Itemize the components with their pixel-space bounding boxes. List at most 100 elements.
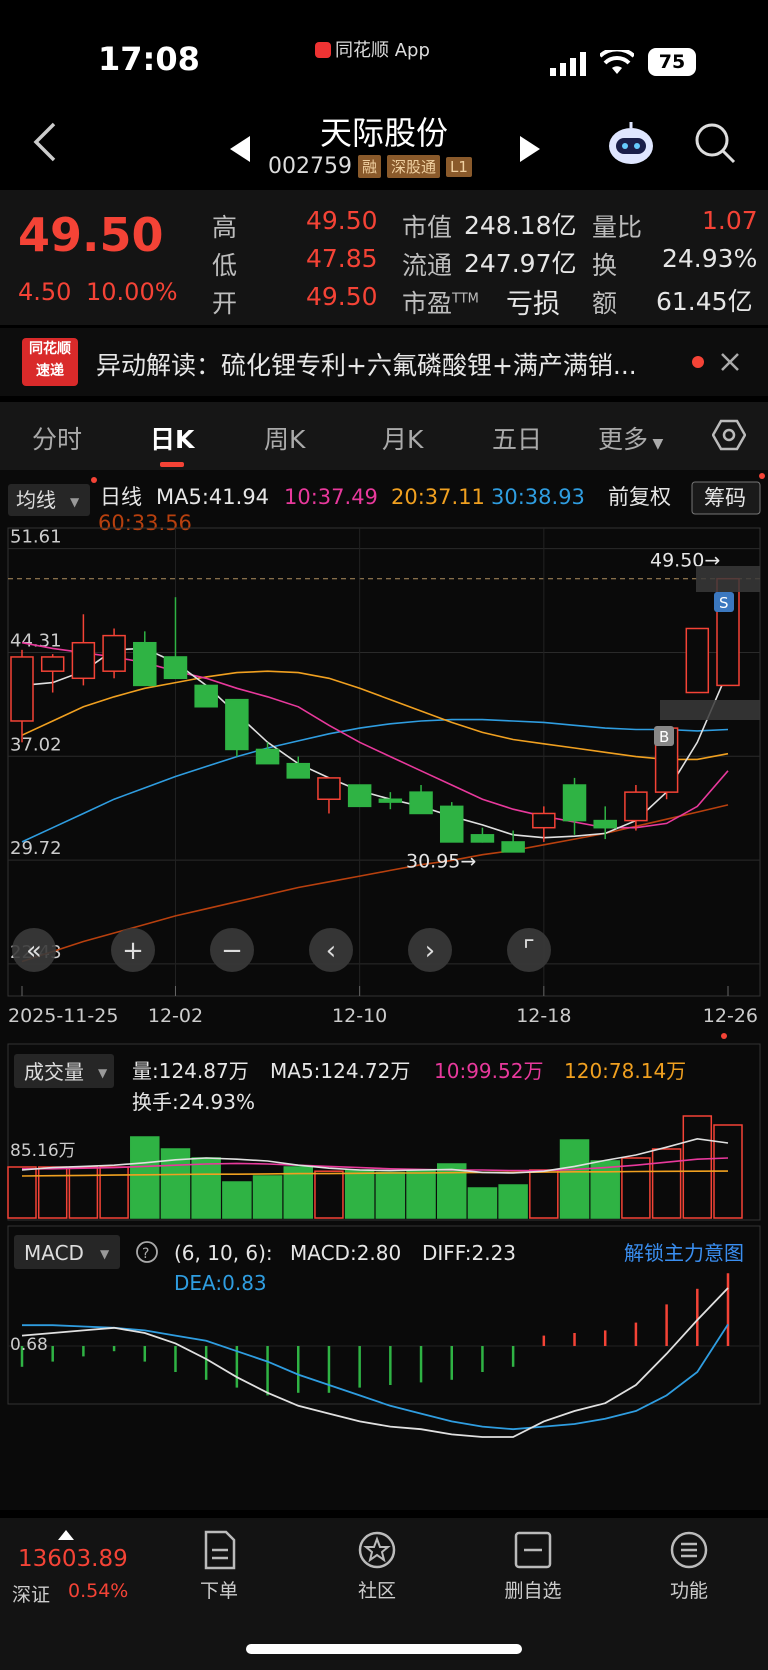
ma5-value: MA5:41.94	[156, 485, 269, 509]
candle-body	[593, 819, 617, 829]
volume-bar	[375, 1171, 406, 1219]
candle-body	[685, 627, 710, 694]
tab-more[interactable]: 更多 ▼	[598, 420, 663, 456]
volume-indicator-label: 成交量	[24, 1060, 84, 1084]
pe-label-sup: TTM	[452, 291, 479, 307]
tab-weekly-k[interactable]: 周K	[264, 420, 305, 456]
volratio-label: 量比	[592, 213, 643, 242]
search-icon[interactable]	[694, 122, 736, 164]
low-price-label: 30.95→	[406, 851, 476, 873]
close-icon[interactable]	[720, 352, 740, 372]
news-banner[interactable]: 同花顺 速递 异动解读：硫化锂专利+六氟磷酸锂+满产满销...	[0, 328, 768, 396]
macd-axis-label: 0.68	[10, 1335, 48, 1355]
tab-daily-k[interactable]: 日K	[150, 420, 194, 456]
unlock-main-intent-link[interactable]: 解锁主力意图	[624, 1241, 744, 1265]
chevron-down-icon: ▼	[648, 436, 664, 452]
zoom-out-icon: −	[221, 936, 243, 966]
robot-assistant-icon[interactable]	[606, 118, 656, 168]
volume-bar	[498, 1184, 528, 1219]
order-button[interactable]: 下单	[174, 1530, 264, 1603]
news-text[interactable]: 异动解读：硫化锂专利+六氟磷酸锂+满产满销...	[96, 346, 676, 382]
unread-dot	[692, 356, 704, 368]
chevron-down-icon: ▼	[98, 1066, 108, 1080]
turnover-value: 24.93%	[662, 244, 758, 273]
price-tag-box	[660, 700, 760, 720]
candle-body	[71, 641, 96, 680]
zoom-in-icon: +	[122, 936, 144, 966]
tab-five-day[interactable]: 五日	[492, 420, 542, 456]
dea-value: DEA:0.83	[174, 1271, 267, 1295]
date-tick-label: 12-26	[703, 1005, 758, 1027]
volume-bar	[529, 1169, 559, 1219]
marker-dot-right	[759, 473, 765, 479]
ma10-line	[21, 641, 729, 829]
volume-bar	[651, 1148, 682, 1219]
pe-label: 市盈TTM	[402, 284, 479, 320]
volume-value: 量:124.87万	[132, 1059, 249, 1083]
ma30-value: 30:38.93	[491, 485, 585, 509]
fullscreen-icon: ⌜	[523, 936, 535, 966]
price-tick-label: 29.72	[10, 838, 62, 859]
app-logo-icon	[315, 42, 331, 58]
ma5-line	[21, 647, 729, 839]
stock-code: 002759	[268, 154, 352, 179]
volume-bar	[406, 1169, 436, 1219]
functions-button[interactable]: 功能	[644, 1530, 734, 1603]
volume-ma120: 120:78.14万	[564, 1059, 686, 1083]
candle-body	[624, 791, 648, 822]
date-tick-label: 12-02	[148, 1005, 203, 1027]
status-bar: 17:08 同花顺 App 75	[0, 0, 768, 100]
date-axis: 2025-11-25 12-02 12-10 12-18 12-26	[8, 986, 758, 1039]
quote-panel: 49.50 4.50 10.00% 高 49.50 低 47.85 开 49.5…	[0, 190, 768, 325]
adjust-button[interactable]: 前复权	[608, 485, 671, 509]
macd-lines	[21, 1287, 729, 1438]
diff-value: DIFF:2.23	[422, 1241, 516, 1265]
candle-body	[378, 798, 403, 803]
volume-bar	[7, 1166, 37, 1219]
candle-body	[286, 762, 311, 779]
news-logo-bottom: 速递	[36, 363, 64, 379]
settings-icon[interactable]	[712, 418, 746, 452]
chart-period-tabs: 分时 日K 周K 月K 五日 更多 ▼	[0, 402, 768, 470]
date-tick-label: 2025-11-25	[8, 1005, 118, 1027]
buy-marker-label: B	[659, 728, 669, 746]
community-button[interactable]: 社区	[332, 1530, 422, 1603]
ma20-value: 20:37.11	[391, 485, 485, 509]
candle-body	[255, 748, 280, 765]
marker-dot	[91, 477, 97, 483]
volume-ma10: 10:99.52万	[434, 1059, 543, 1083]
macd-params: (6, 10, 6):	[174, 1241, 273, 1265]
home-indicator	[246, 1644, 522, 1654]
open-value: 49.50	[306, 282, 378, 311]
next-stock-icon[interactable]	[518, 136, 540, 162]
volume-bar	[130, 1136, 160, 1219]
price-tick-label: 37.02	[10, 734, 62, 755]
up-arrow-icon	[58, 1530, 74, 1540]
volume-bar	[314, 1170, 344, 1219]
price-change-pct: 10.00%	[86, 278, 178, 306]
volume-ma5: MA5:124.72万	[270, 1059, 410, 1083]
macd-indicator-label: MACD	[24, 1241, 84, 1265]
low-value: 47.85	[306, 244, 378, 273]
signal-icon	[550, 52, 586, 76]
active-tab-indicator	[160, 462, 184, 467]
index-value[interactable]: 13603.89	[18, 1546, 128, 1572]
candle-body	[163, 656, 188, 680]
kline-chart[interactable]: 均线 ▼ 日线 MA5:41.94 10:37.49 20:37.11 30:3…	[0, 470, 768, 1510]
community-label: 社区	[357, 1580, 396, 1602]
remove-watchlist-label: 删自选	[504, 1580, 562, 1602]
clock: 17:08	[98, 40, 200, 78]
pe-value: 亏损	[506, 289, 560, 320]
tag-level[interactable]: L1	[446, 156, 472, 177]
wifi-icon	[600, 50, 634, 74]
tab-intraday[interactable]: 分时	[32, 420, 82, 456]
app-label: 同花顺 App	[315, 36, 430, 62]
remove-watchlist-button[interactable]: 删自选	[488, 1530, 578, 1603]
candle-body	[347, 784, 372, 808]
tab-monthly-k[interactable]: 月K	[382, 420, 423, 456]
date-tick-label: 12-10	[332, 1005, 387, 1027]
pan-left-icon: ‹	[326, 936, 336, 966]
candles	[10, 577, 740, 853]
menu-icon	[670, 1531, 708, 1569]
price-panel-frame	[7, 527, 761, 997]
